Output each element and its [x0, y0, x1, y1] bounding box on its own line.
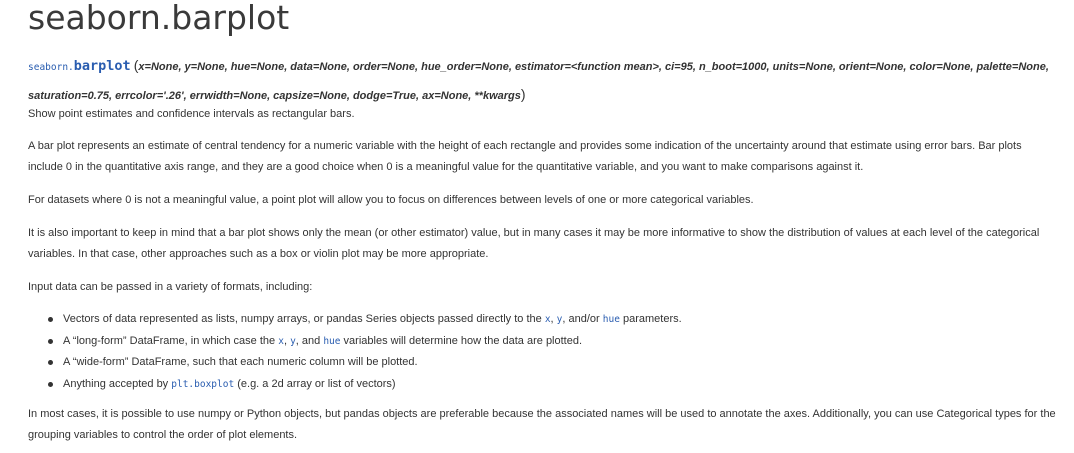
description-paragraph-1: A bar plot represents an estimate of cen…	[28, 140, 1022, 173]
bullet-icon	[48, 360, 53, 366]
page-title: seaborn.barplot	[28, 0, 290, 37]
list-item: Vectors of data represented as lists, nu…	[48, 309, 1048, 331]
function-signature: seaborn.barplot (x=None, y=None, hue=Non…	[28, 52, 1068, 109]
documentation-page: seaborn.barplot seaborn.barplot (x=None,…	[0, 0, 1074, 453]
list-item: A “long-form” DataFrame, in which case t…	[48, 331, 1048, 353]
signature-params-line1: x=None, y=None, hue=None, data=None, ord…	[138, 61, 974, 73]
code-plt-boxplot: plt.boxplot	[171, 379, 235, 391]
signature-close-paren: )	[520, 86, 526, 102]
signature-module: seaborn.	[28, 62, 74, 73]
summary-text: Show point estimates and confidence inte…	[28, 108, 355, 120]
description-paragraph-5: In most cases, it is possible to use num…	[28, 408, 1056, 441]
code-hue: hue	[323, 335, 341, 347]
signature-function-name: barplot	[73, 58, 131, 74]
bullet-icon	[48, 317, 53, 322]
code-hue: hue	[602, 314, 620, 325]
bullet-icon	[48, 382, 53, 388]
bullet-icon	[48, 338, 53, 344]
description-paragraph-3: It is also important to keep in mind tha…	[28, 227, 1040, 260]
list-item: Anything accepted by plt.boxplot (e.g. a…	[48, 374, 1048, 396]
list-item: A “wide-form” DataFrame, such that each …	[48, 352, 1048, 374]
description-paragraph-2: For datasets where 0 is not a meaningful…	[28, 194, 754, 206]
input-formats-list: Vectors of data represented as lists, nu…	[48, 309, 1048, 396]
input-formats-intro: Input data can be passed in a variety of…	[28, 281, 313, 293]
